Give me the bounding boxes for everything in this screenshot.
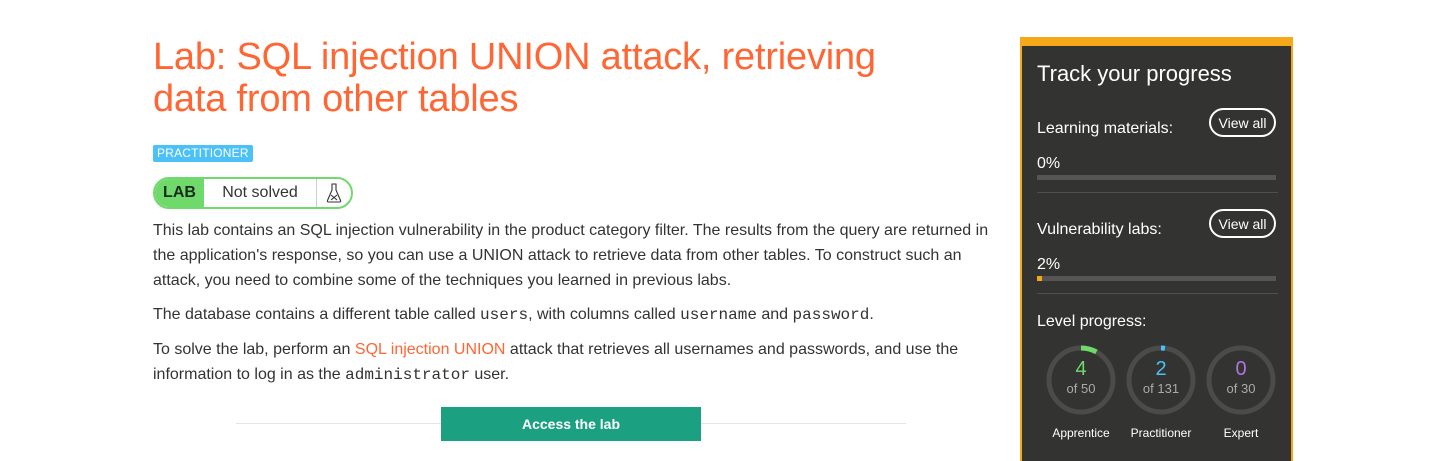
learning-view-all-button[interactable]: View all [1209,108,1276,137]
lab-main: Lab: SQL injection UNION attack, retriev… [153,36,998,384]
level-badge: PRACTITIONER [153,145,253,162]
vuln-percent: 2% [1037,256,1061,273]
learning-materials-label: Learning materials: [1037,120,1174,137]
vuln-progress-fill [1037,276,1042,281]
p2-text-3: and [756,306,793,323]
expert-total: of 30 [1226,381,1256,396]
apprentice-count: 4 [1075,358,1087,380]
sidebar-separator-2 [1037,293,1278,294]
description-paragraph-2: The database contains a different table … [153,302,998,328]
vulnerability-labs-label: Vulnerability labs: [1037,221,1162,238]
code-password: password [792,306,870,324]
sql-injection-union-link[interactable]: SQL injection UNION [355,341,506,358]
learning-percent: 0% [1037,155,1061,172]
level-expert: 0 of 30 Expert [1201,344,1281,440]
expert-count: 0 [1235,358,1247,380]
lab-tag: LAB [155,179,204,207]
access-lab-button[interactable]: Access the lab [441,407,701,441]
description-paragraph-1: This lab contains an SQL injection vulne… [153,222,989,289]
code-administrator: administrator [345,366,470,384]
vuln-progress-bar [1037,276,1276,281]
p2-text-1: The database contains a different table … [153,306,481,323]
description-paragraph-3: To solve the lab, perform an SQL injecti… [153,337,998,388]
lab-status-widget: LAB Not solved [153,177,353,209]
p3-text-1: To solve the lab, perform an [153,341,355,358]
page-title: Lab: SQL injection UNION attack, retriev… [153,36,998,120]
level-apprentice: 4 of 50 Apprentice [1041,344,1121,440]
code-users: users [480,306,529,324]
code-username: username [680,306,757,324]
sidebar-separator-1 [1037,192,1278,193]
level-progress-label: Level progress: [1037,313,1147,330]
title-line-1: Lab: SQL injection UNION attack, retriev… [153,36,876,78]
learning-progress-bar [1037,175,1276,180]
lab-description: This lab contains an SQL injection vulne… [153,218,998,397]
practitioner-total: of 131 [1142,381,1180,396]
vuln-view-all-button[interactable]: View all [1209,209,1276,238]
p3-text-3: user. [469,366,510,383]
progress-sidebar: Track your progress Learning materials: … [1020,37,1293,461]
p2-text-4: . [869,306,874,323]
practitioner-count: 2 [1155,358,1167,380]
expert-label: Expert [1223,426,1259,440]
flask-icon [317,179,351,207]
lab-status-text: Not solved [204,179,317,207]
apprentice-total: of 50 [1066,381,1096,396]
title-line-2: data from other tables [153,78,519,120]
p2-text-2: , with columns called [528,306,681,323]
level-practitioner: 2 of 131 Practitioner [1121,344,1201,440]
progress-title: Track your progress [1037,61,1232,86]
level-progress-circles: 4 of 50 Apprentice 2 of 131 Practitioner… [1041,344,1281,454]
